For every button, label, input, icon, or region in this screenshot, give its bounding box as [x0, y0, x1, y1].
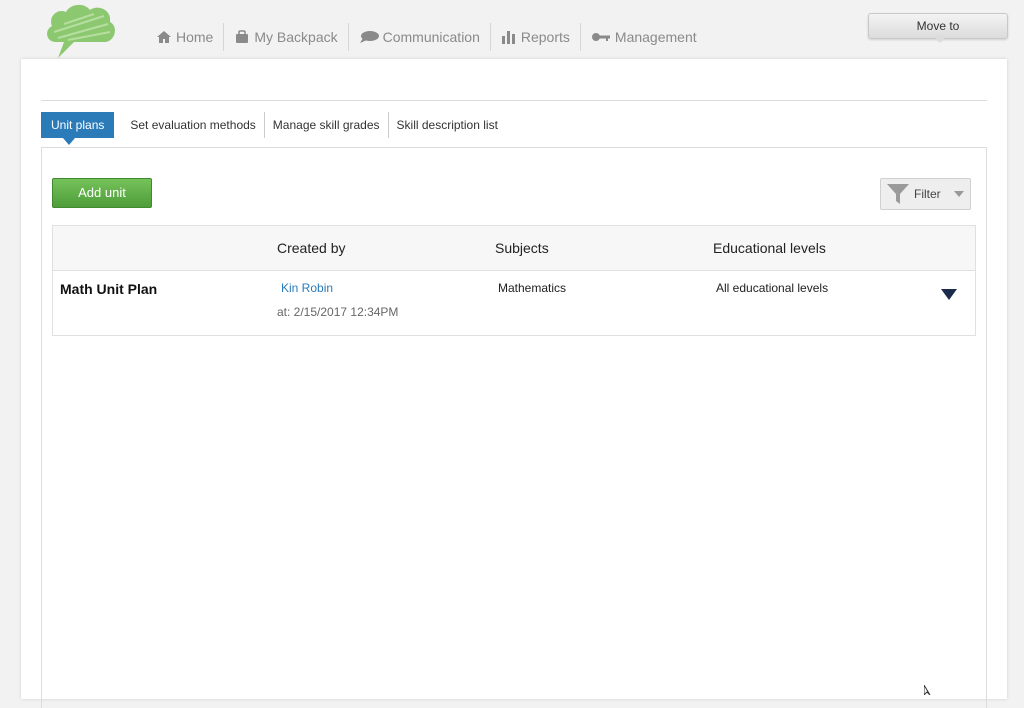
main-panel: Unit plans Set evaluation methods Manage… [21, 59, 1007, 708]
mouse-cursor-icon [924, 685, 931, 695]
backpack-icon [236, 30, 249, 43]
unit-plans-table: Created by Subjects Educational levels M… [52, 225, 976, 336]
tab-skill-description-list[interactable]: Skill description list [389, 112, 506, 138]
tab-unit-plans[interactable]: Unit plans [41, 112, 115, 145]
created-date: at: 2/15/2017 12:34PM [277, 305, 399, 319]
nav-home[interactable]: Home [146, 23, 225, 51]
move-to-button[interactable]: Move to [868, 13, 1008, 39]
unit-title[interactable]: Math Unit Plan [60, 281, 157, 297]
nav-home-label: Home [176, 29, 214, 45]
nav-my-backpack[interactable]: My Backpack [224, 23, 349, 51]
nav-communication[interactable]: Communication [349, 23, 491, 51]
speech-cloud-logo-icon [47, 4, 115, 58]
move-to-caret-icon [934, 37, 946, 43]
bar-chart-icon [501, 31, 515, 44]
tab-manage-skill-grades[interactable]: Manage skill grades [265, 112, 389, 138]
table-row[interactable]: Math Unit Plan Kin Robin at: 2/15/2017 1… [53, 271, 975, 335]
speech-bubble-icon [359, 31, 379, 43]
funnel-icon [887, 184, 909, 204]
creator-link[interactable]: Kin Robin [281, 281, 333, 295]
expand-row-icon[interactable] [940, 287, 958, 301]
nav-communication-label: Communication [382, 29, 480, 45]
column-subjects: Subjects [495, 240, 549, 256]
nav-management-label: Management [614, 29, 697, 45]
tab-bar: Unit plans Set evaluation methods Manage… [41, 112, 506, 145]
column-created-by: Created by [277, 240, 346, 256]
app-logo[interactable] [44, 2, 118, 60]
column-educational-levels: Educational levels [713, 240, 826, 256]
tab-content: Add unit Filter Created by Subjects Educ… [41, 147, 987, 708]
levels-value: All educational levels [716, 281, 829, 295]
add-unit-button[interactable]: Add unit [52, 178, 152, 208]
table-header: Created by Subjects Educational levels [53, 226, 975, 271]
nav-reports-label: Reports [520, 29, 570, 45]
key-icon [591, 33, 610, 41]
tab-set-evaluation-methods[interactable]: Set evaluation methods [122, 112, 265, 138]
nav-reports[interactable]: Reports [491, 23, 581, 51]
divider [41, 100, 987, 101]
nav-management[interactable]: Management [581, 23, 707, 51]
main-nav: Home My Backpack Communication Reports M… [146, 22, 707, 52]
subjects-value: Mathematics [498, 281, 567, 295]
filter-label: Filter [914, 187, 941, 201]
house-icon [157, 31, 171, 43]
chevron-down-icon [953, 191, 964, 197]
nav-my-backpack-label: My Backpack [254, 29, 338, 45]
filter-button[interactable]: Filter [880, 178, 971, 210]
